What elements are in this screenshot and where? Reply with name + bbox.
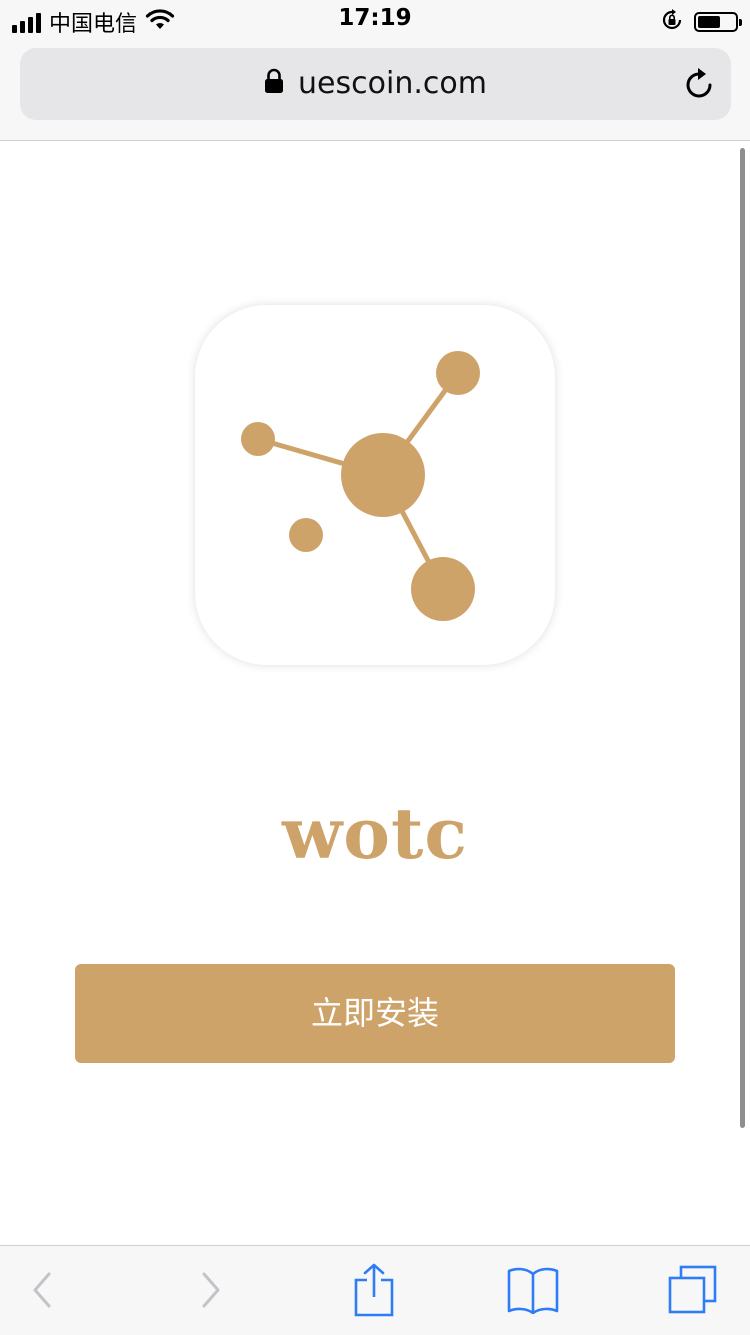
url-display[interactable]: uescoin.com bbox=[20, 66, 731, 102]
bottom-toolbar bbox=[0, 1245, 750, 1335]
tabs-icon[interactable] bbox=[663, 1264, 723, 1316]
forward-icon[interactable] bbox=[181, 1264, 241, 1316]
address-bar-container: uescoin.com bbox=[0, 40, 750, 141]
address-bar[interactable]: uescoin.com bbox=[20, 48, 731, 120]
status-right bbox=[660, 8, 742, 36]
status-bar: 中国电信 17:19 bbox=[0, 0, 750, 40]
status-time: 17:19 bbox=[338, 5, 412, 31]
molecule-logo-icon bbox=[241, 351, 480, 621]
lock-icon bbox=[264, 67, 284, 102]
orientation-lock-icon bbox=[660, 8, 684, 36]
battery-icon bbox=[694, 12, 742, 32]
app-name: wotc bbox=[282, 792, 468, 875]
url-text: uescoin.com bbox=[298, 66, 487, 101]
share-icon[interactable] bbox=[344, 1263, 404, 1317]
install-button[interactable]: 立即安装 bbox=[75, 964, 675, 1063]
bookmarks-icon[interactable] bbox=[503, 1264, 563, 1316]
app-icon bbox=[195, 305, 555, 665]
reload-icon[interactable] bbox=[683, 66, 717, 106]
scrollbar[interactable] bbox=[740, 148, 745, 1128]
back-icon[interactable] bbox=[12, 1264, 72, 1316]
